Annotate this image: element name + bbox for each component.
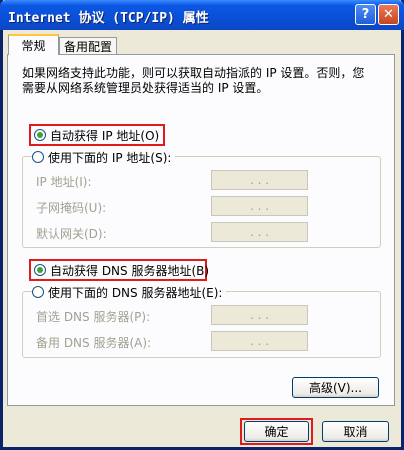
preferred-dns-label: 首选 DNS 服务器(P): (36, 310, 151, 324)
ip-dots: . . . (249, 199, 270, 213)
radio-selected-icon (34, 129, 46, 141)
radio-dns-auto-label: 自动获得 DNS 服务器地址(B) (50, 263, 210, 278)
radio-ip-manual[interactable]: 使用下面的 IP 地址(S): (32, 148, 176, 166)
radio-ip-auto-label: 自动获得 IP 地址(O) (50, 128, 160, 143)
cancel-button[interactable]: 取消 (322, 421, 389, 442)
close-icon: ✕ (383, 7, 394, 22)
ip-dots: . . . (249, 225, 270, 239)
radio-unselected-icon (32, 151, 44, 163)
question-icon: ? (361, 7, 370, 22)
radio-selected-icon (34, 264, 46, 276)
ip-address-label: IP 地址(I): (36, 175, 92, 189)
tab-alternate-config[interactable]: 备用配置 (59, 37, 117, 55)
help-button[interactable]: ? (355, 4, 376, 25)
radio-dns-manual[interactable]: 使用下面的 DNS 服务器地址(E): (32, 283, 227, 301)
ip-dots: . . . (249, 173, 270, 187)
radio-ip-manual-label: 使用下面的 IP 地址(S): (48, 150, 172, 165)
subnet-mask-label: 子网掩码(U): (36, 201, 107, 215)
tab-general[interactable]: 常规 (8, 34, 59, 55)
ip-address-input[interactable]: . . . (211, 170, 308, 190)
advanced-button[interactable]: 高级(V)... (292, 377, 379, 398)
subnet-mask-input[interactable]: . . . (211, 196, 308, 216)
ok-button[interactable]: 确定 (244, 421, 309, 442)
close-button[interactable]: ✕ (378, 4, 399, 25)
radio-dns-manual-label: 使用下面的 DNS 服务器地址(E): (48, 285, 223, 300)
ip-dots: . . . (249, 334, 270, 348)
title-bar[interactable]: Internet 协议 (TCP/IP) 属性 ? ✕ (0, 0, 404, 30)
alternate-dns-label: 备用 DNS 服务器(A): (36, 336, 152, 350)
default-gateway-input[interactable]: . . . (211, 222, 308, 242)
default-gateway-label: 默认网关(D): (36, 227, 107, 241)
window-title: Internet 协议 (TCP/IP) 属性 (8, 11, 209, 26)
radio-unselected-icon (32, 286, 44, 298)
radio-dns-auto[interactable]: 自动获得 DNS 服务器地址(B) (34, 261, 209, 279)
alternate-dns-input[interactable]: . . . (211, 331, 308, 351)
ip-dots: . . . (249, 308, 270, 322)
preferred-dns-input[interactable]: . . . (211, 305, 308, 325)
radio-ip-auto[interactable]: 自动获得 IP 地址(O) (34, 126, 159, 144)
description-text: 如果网络支持此功能，则可以获取自动指派的 IP 设置。否则，您需要从网络系统管理… (22, 66, 365, 95)
